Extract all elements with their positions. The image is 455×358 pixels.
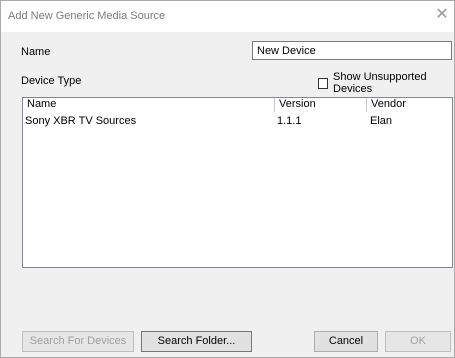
search-folder-button[interactable]: Search Folder...: [141, 331, 252, 352]
row-version: 1.1.1: [277, 115, 302, 127]
close-icon[interactable]: ✕: [434, 7, 450, 24]
checkbox-icon[interactable]: [318, 77, 329, 89]
column-header-name[interactable]: Name: [23, 98, 275, 112]
dialog-window: Add New Generic Media Source ✕ Name Devi…: [0, 0, 455, 358]
title-bar[interactable]: Add New Generic Media Source ✕: [1, 1, 454, 32]
row-name: Sony XBR TV Sources: [25, 115, 137, 127]
cancel-button[interactable]: Cancel: [314, 331, 378, 352]
show-unsupported-label: Show Unsupported Devices: [333, 71, 427, 95]
list-header: Name Version Vendor: [23, 98, 452, 112]
column-header-vendor[interactable]: Vendor: [367, 98, 452, 112]
name-label: Name: [21, 46, 51, 58]
device-type-label: Device Type: [21, 75, 82, 87]
search-devices-button[interactable]: Search For Devices: [22, 331, 134, 352]
table-row[interactable]: Sony XBR TV Sources 1.1.1 Elan: [23, 114, 452, 128]
ok-button[interactable]: OK: [385, 331, 451, 352]
name-field[interactable]: [252, 41, 452, 60]
window-title: Add New Generic Media Source: [8, 10, 166, 22]
device-list[interactable]: Name Version Vendor Sony XBR TV Sources …: [22, 97, 453, 268]
row-vendor: Elan: [370, 115, 393, 127]
show-unsupported-toggle[interactable]: Show Unsupported Devices: [318, 71, 454, 95]
column-header-version[interactable]: Version: [275, 98, 367, 112]
